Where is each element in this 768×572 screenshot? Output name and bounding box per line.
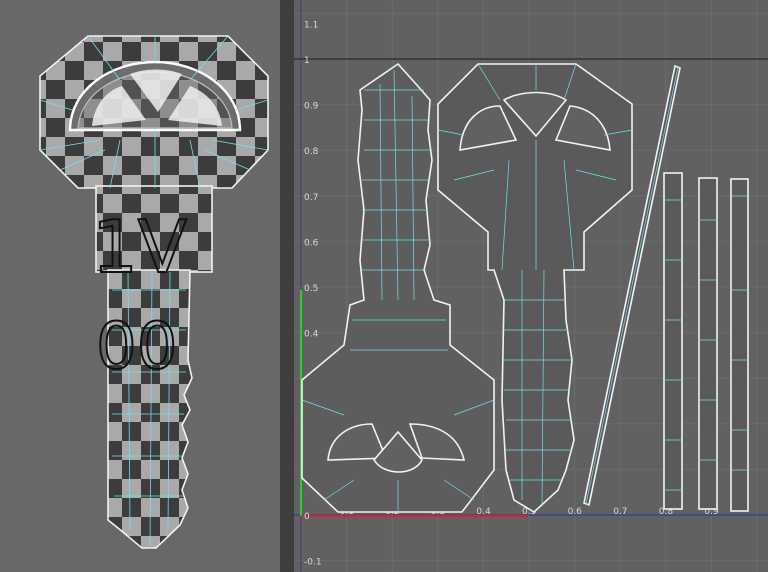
v-tick-label: 0.5	[304, 284, 318, 294]
u-tick-label: 0.4	[476, 507, 491, 517]
panel-divider[interactable]	[280, 0, 294, 572]
decal-text-00: 00	[96, 310, 177, 384]
v-tick-label: 1	[304, 56, 310, 66]
uv-shells	[301, 62, 749, 513]
maya-uv-workspace: 1V 00 1.110.90.80.70.60.50.40.30.20.10-0…	[0, 0, 768, 572]
v-tick-label: 0.7	[304, 193, 318, 203]
viewport-3d[interactable]: 1V 00	[0, 0, 280, 572]
v-tick-label: 0.6	[304, 238, 319, 248]
u-tick-label: 0.6	[568, 507, 583, 517]
uv-shell-edge-strip-3[interactable]	[730, 178, 749, 512]
uv-shell-edge-strip-1[interactable]	[663, 172, 683, 510]
uv-editor[interactable]: 1.110.90.80.70.60.50.40.30.20.10-0.10.10…	[294, 0, 768, 572]
v-tick-label: 0.8	[304, 147, 319, 157]
u-tick-label: 0.7	[613, 507, 627, 517]
v-tick-label: 0.4	[304, 330, 319, 340]
uv-shell-edge-strip-2[interactable]	[698, 177, 718, 510]
v-tick-label: 1.1	[304, 20, 318, 30]
v-tick-label: 0	[304, 512, 310, 522]
key-model[interactable]: 1V 00	[39, 35, 269, 549]
v-tick-label: -0.1	[304, 558, 322, 568]
decal-text-1v: 1V	[92, 205, 187, 289]
v-tick-label: 0.9	[304, 102, 319, 112]
